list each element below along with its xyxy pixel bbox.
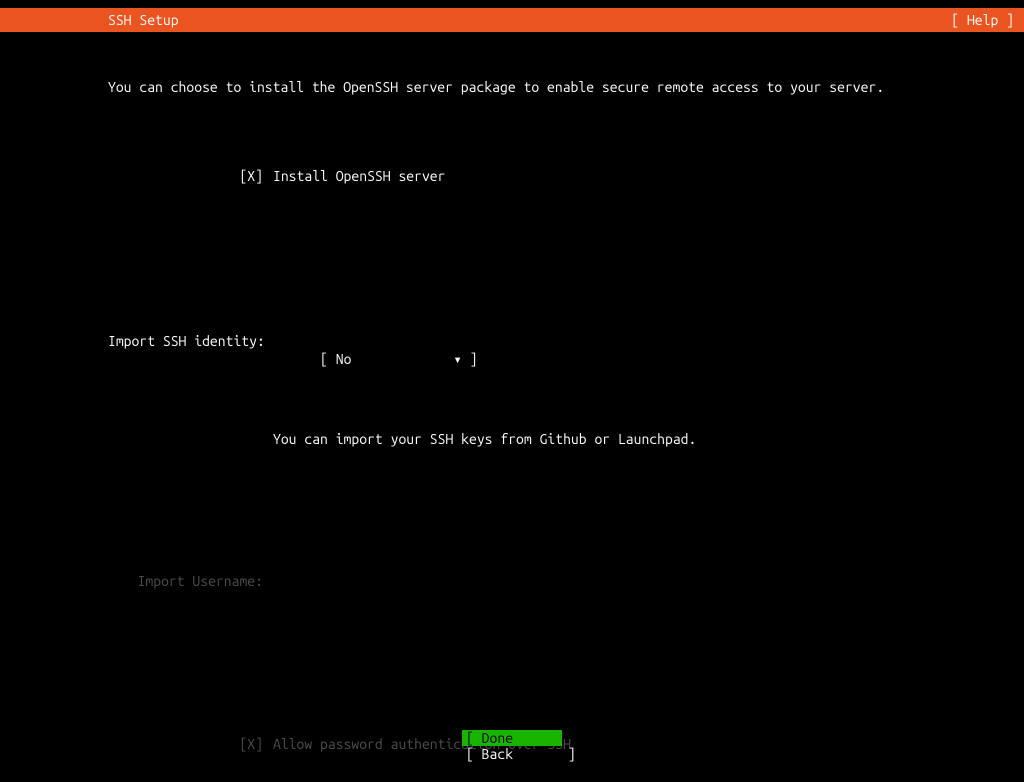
footer-buttons: [ Done ] [ Back ] [0,730,1024,762]
install-openssh-row[interactable]: [X] Install OpenSSH server [108,167,1024,186]
dropdown-value[interactable]: [ No ▾ ] [320,351,477,367]
import-username-row: Import Username: [108,572,1024,591]
import-username-label: Import Username: [108,572,263,591]
title-bar: SSH Setup [ Help ] [0,8,1024,32]
content-area: You can choose to install the OpenSSH se… [0,32,1024,782]
install-openssh-checkbox[interactable]: [X] [108,167,263,186]
import-identity-label: Import SSH identity: [108,332,263,351]
install-openssh-label: Install OpenSSH server [273,167,445,186]
description-text: You can choose to install the OpenSSH se… [108,78,1024,97]
page-title: SSH Setup [108,11,179,30]
import-identity-row: Import SSH identity: [ No ▾ ] [108,332,1024,389]
help-button[interactable]: [ Help ] [951,11,1014,30]
import-identity-hint: You can import your SSH keys from Github… [273,430,1024,449]
done-button[interactable]: [ Done ] [462,730,562,746]
import-identity-dropdown[interactable]: [ No ▾ ] [273,332,477,389]
back-button[interactable]: [ Back ] [462,746,562,762]
